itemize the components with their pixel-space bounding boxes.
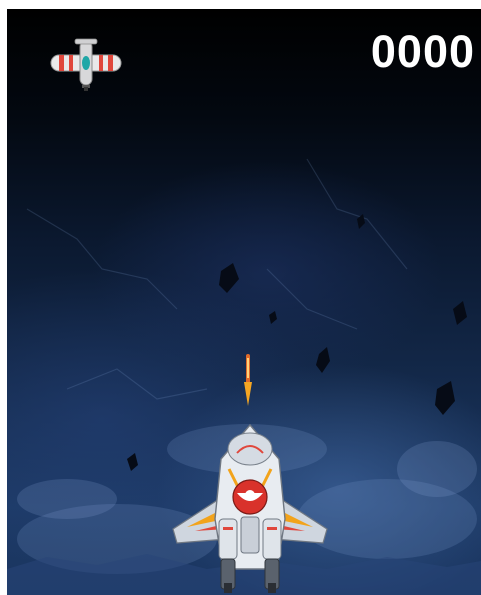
player-spaceship-icon bbox=[172, 423, 328, 593]
game-canvas[interactable]: 0000 bbox=[7, 9, 481, 595]
score-display: 0000 bbox=[370, 26, 475, 77]
propeller-plane-icon bbox=[50, 38, 122, 91]
bullet-icon bbox=[244, 354, 252, 406]
